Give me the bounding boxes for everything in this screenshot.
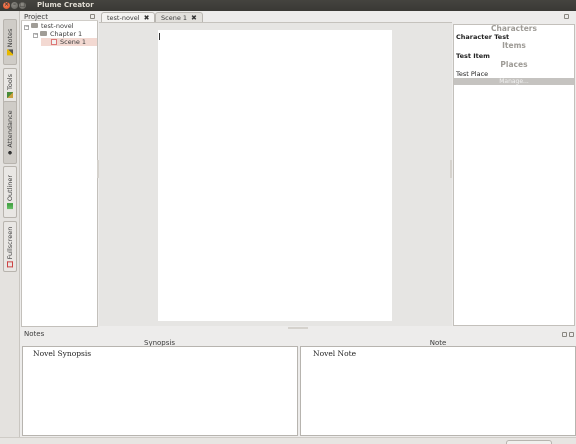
tab-notes-label: Notes <box>6 28 14 48</box>
text-cursor <box>159 33 160 40</box>
left-dock: Notes Tools Attendance Outliner Fullscre… <box>0 11 20 444</box>
outliner-icon <box>7 203 13 210</box>
close-window-button[interactable]: × <box>3 1 10 9</box>
collapse-toggle-icon[interactable]: − <box>33 33 38 38</box>
tree-item-label: test-novel <box>41 22 74 30</box>
tree-item-novel[interactable]: − test-novel <box>24 22 74 30</box>
attendance-item-character[interactable]: Character Test <box>456 33 509 41</box>
minimize-window-button[interactable]: – <box>11 1 18 9</box>
folder-icon <box>31 23 38 28</box>
tab-tools-label: Tools <box>6 73 14 91</box>
places-header: Places <box>500 60 528 69</box>
tab-fullscreen[interactable]: Fullscreen <box>3 221 17 272</box>
project-panel-title: Project <box>24 13 48 21</box>
attendance-item-place[interactable]: Test Place <box>456 70 488 78</box>
people-icon <box>7 149 13 156</box>
collapse-toggle-icon[interactable]: − <box>24 25 29 30</box>
project-tree-panel[interactable] <box>21 12 98 327</box>
float-panel-button[interactable] <box>90 14 95 19</box>
tab-attendance-label: Attendance <box>6 109 14 148</box>
note-editor[interactable] <box>300 346 576 436</box>
splitter-handle-left[interactable] <box>97 160 99 178</box>
tab-label: Scene 1 <box>161 14 188 22</box>
synopsis-editor[interactable] <box>22 346 298 436</box>
synopsis-text: Novel Synopsis <box>33 349 92 358</box>
document-tab-bar: test-novel ✖ Scene 1 ✖ <box>99 12 452 23</box>
tab-outliner[interactable]: Outliner <box>3 166 17 218</box>
notes-dock-title: Notes <box>24 330 45 338</box>
pencil-icon <box>7 49 13 56</box>
float-panel-button[interactable] <box>562 332 567 337</box>
tab-outliner-label: Outliner <box>6 174 14 202</box>
tree-item-label: Scene 1 <box>60 38 87 46</box>
maximize-icon: □ <box>19 1 26 8</box>
window-title: Plume Creator <box>37 1 94 9</box>
maximize-window-button[interactable]: □ <box>19 1 26 9</box>
close-tab-icon[interactable]: ✖ <box>144 14 150 22</box>
tab-fullscreen-label: Fullscreen <box>6 226 14 259</box>
status-bar <box>0 437 576 444</box>
tab-label: test-novel <box>107 14 140 22</box>
splitter-handle-bottom[interactable] <box>288 327 308 329</box>
close-tab-icon[interactable]: ✖ <box>191 14 197 22</box>
fullscreen-icon <box>7 260 13 267</box>
attendance-item-item[interactable]: Test Item <box>456 52 490 60</box>
splitter-handle-right[interactable] <box>450 160 452 178</box>
document-icon <box>51 39 57 45</box>
items-header: Items <box>502 41 526 50</box>
notes-dock-header <box>21 330 576 339</box>
status-widget[interactable] <box>506 440 552 444</box>
tools-icon <box>7 92 13 99</box>
tab-attendance[interactable]: Attendance <box>3 101 17 164</box>
folder-icon <box>40 31 47 36</box>
characters-header: Characters <box>491 24 537 33</box>
tree-item-scene[interactable]: Scene 1 <box>41 38 97 46</box>
float-panel-button[interactable] <box>564 14 569 19</box>
tree-item-chapter[interactable]: − Chapter 1 <box>33 30 82 38</box>
minimize-icon: – <box>13 1 16 8</box>
tab-notes[interactable]: Notes <box>3 19 17 65</box>
manage-button[interactable]: Manage... <box>454 78 574 85</box>
close-icon: × <box>3 1 10 8</box>
tree-item-label: Chapter 1 <box>50 30 83 38</box>
close-panel-button[interactable] <box>569 332 574 337</box>
tab-tools[interactable]: Tools <box>3 68 17 104</box>
note-text: Novel Note <box>313 349 357 358</box>
text-editor[interactable] <box>158 30 392 321</box>
